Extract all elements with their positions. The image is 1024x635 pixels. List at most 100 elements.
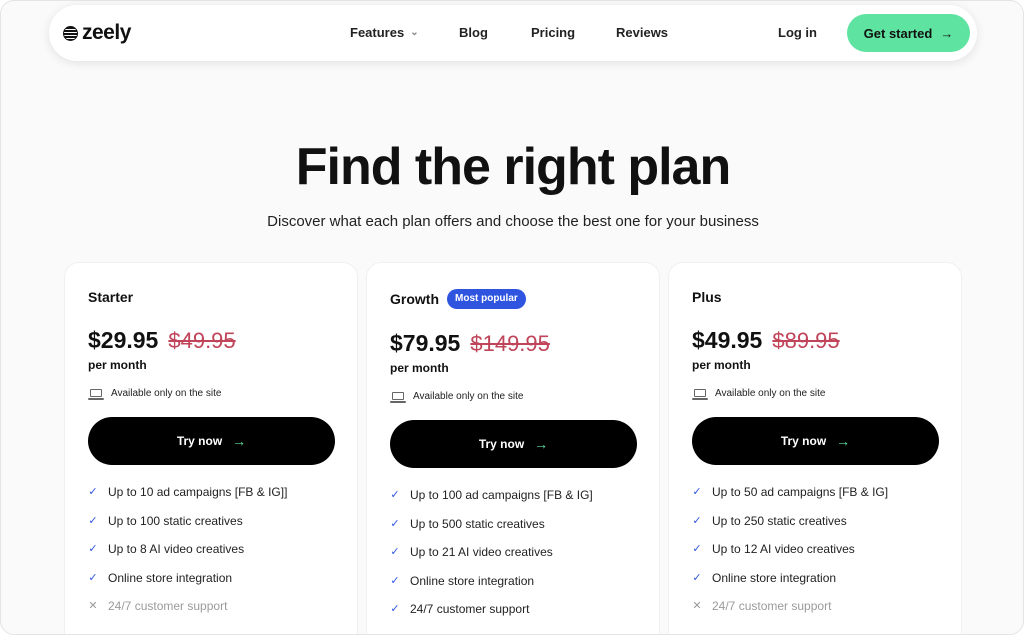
availability-text: Available only on the site (715, 388, 826, 399)
feature-text: Up to 500 static creatives (410, 516, 545, 531)
check-icon: ✓ (390, 546, 400, 559)
logo[interactable]: zeely (63, 21, 131, 44)
page-frame: zeely Features ⌄ Blog Pricing Reviews Lo… (0, 0, 1024, 635)
check-icon: ✓ (692, 571, 702, 584)
price-row: $29.95 $49.95 (88, 327, 236, 354)
check-icon: ✓ (390, 489, 400, 502)
plan-old-price: $89.95 (772, 328, 840, 353)
check-icon: ✓ (88, 514, 98, 527)
list-item: ✓ Up to 8 AI video creatives (88, 535, 287, 564)
plan-header: Growth Most popular (390, 289, 526, 309)
price-row: $49.95 $89.95 (692, 327, 840, 354)
billing-period: per month (88, 358, 147, 372)
laptop-icon (692, 388, 708, 400)
availability-note: Available only on the site (390, 391, 523, 403)
feature-text: Up to 8 AI video creatives (108, 542, 245, 557)
plan-price: $49.95 (692, 327, 763, 353)
try-now-label: Try now (478, 437, 525, 451)
list-item: ✓ Up to 250 static creatives (692, 507, 888, 536)
feature-list: ✓ Up to 10 ad campaigns [FB & IG]] ✓ Up to… (88, 478, 287, 621)
try-now-button-starter[interactable]: Try now → (88, 417, 335, 465)
nav-link-features-label: Features (350, 25, 405, 40)
feature-text: 24/7 customer support (410, 602, 530, 617)
plan-price: $79.95 (390, 330, 461, 356)
page-subtitle: Discover what each plan offers and choos… (267, 213, 759, 230)
zeely-logo-icon (63, 25, 78, 41)
try-now-label: Try now (176, 434, 223, 448)
feature-text: Up to 100 static creatives (108, 513, 243, 528)
plan-old-price: $49.95 (168, 328, 236, 353)
plan-name: Growth (390, 291, 439, 307)
list-item: ✓ Up to 10 ad campaigns [FB & IG]] (88, 478, 287, 507)
top-navbar: zeely Features ⌄ Blog Pricing Reviews Lo… (49, 5, 977, 61)
plan-old-price: $149.95 (470, 331, 550, 356)
check-icon: ✓ (390, 517, 400, 530)
feature-text: Up to 12 AI video creatives (712, 542, 855, 557)
most-popular-badge: Most popular (447, 289, 526, 309)
list-item: ✓ Online store integration (390, 567, 593, 596)
feature-text: Up to 100 ad campaigns [FB & IG] (410, 488, 593, 503)
plan-header: Starter (88, 289, 133, 305)
laptop-icon (390, 391, 406, 403)
try-now-button-growth[interactable]: Try now → (390, 420, 637, 468)
feature-text: 24/7 customer support (712, 599, 832, 614)
nav-link-pricing[interactable]: Pricing (531, 25, 575, 41)
feature-text: Online store integration (410, 573, 535, 588)
list-item: ✕ 24/7 customer support (692, 592, 888, 621)
plan-card-growth: Growth Most popular $79.95 $149.95 per m… (367, 263, 659, 634)
feature-text: Online store integration (108, 570, 233, 585)
feature-text: 24/7 customer support (108, 599, 228, 614)
nav-link-reviews[interactable]: Reviews (616, 25, 668, 41)
chevron-down-icon: ⌄ (410, 27, 419, 38)
plan-header: Plus (692, 289, 722, 305)
feature-list: ✓ Up to 50 ad campaigns [FB & IG] ✓ Up to … (692, 478, 888, 621)
check-icon: ✓ (692, 486, 702, 499)
get-started-label: Get started (863, 25, 933, 41)
get-started-button[interactable]: Get started → (847, 14, 970, 52)
availability-text: Available only on the site (111, 388, 222, 399)
arrow-right-icon: → (232, 433, 247, 449)
list-item: ✓ Up to 21 AI video creatives (390, 538, 593, 567)
list-item: ✓ 24/7 customer support (390, 595, 593, 624)
billing-period: per month (390, 361, 449, 375)
nav-link-features[interactable]: Features ⌄ (350, 25, 419, 41)
availability-text: Available only on the site (413, 391, 524, 402)
feature-text: Up to 21 AI video creatives (410, 545, 553, 560)
list-item: ✕ 24/7 customer support (88, 592, 287, 621)
feature-text: Up to 250 static creatives (712, 513, 847, 528)
arrow-right-icon: → (534, 436, 549, 452)
billing-period: per month (692, 358, 751, 372)
feature-list: ✓ Up to 100 ad campaigns [FB & IG] ✓ Up to… (390, 481, 593, 624)
plan-card-plus: Plus $49.95 $89.95 per month Available o… (669, 263, 961, 634)
feature-text: Up to 50 ad campaigns [FB & IG] (712, 485, 889, 500)
arrow-right-icon: → (940, 25, 954, 41)
logo-text: zeely (82, 21, 131, 44)
plan-price: $29.95 (88, 327, 159, 353)
nav-link-blog[interactable]: Blog (459, 25, 488, 41)
check-icon: ✓ (390, 574, 400, 587)
feature-text: Up to 10 ad campaigns [FB & IG]] (108, 485, 288, 500)
check-icon: ✓ (692, 514, 702, 527)
plan-name: Starter (88, 289, 134, 305)
price-row: $79.95 $149.95 (390, 330, 550, 357)
arrow-right-icon: → (836, 433, 851, 449)
feature-text: Online store integration (712, 570, 837, 585)
availability-note: Available only on the site (88, 388, 221, 400)
check-icon: ✓ (88, 543, 98, 556)
x-icon: ✕ (692, 600, 702, 613)
list-item: ✓ Online store integration (692, 564, 888, 593)
list-item: ✓ Up to 500 static creatives (390, 510, 593, 539)
x-icon: ✕ (88, 600, 98, 613)
availability-note: Available only on the site (692, 388, 825, 400)
check-icon: ✓ (88, 486, 98, 499)
list-item: ✓ Online store integration (88, 564, 287, 593)
plan-card-starter: Starter $29.95 $49.95 per month Availabl… (65, 263, 357, 634)
try-now-button-plus[interactable]: Try now → (692, 417, 939, 465)
plan-name: Plus (692, 289, 722, 305)
login-link[interactable]: Log in (778, 25, 817, 41)
check-icon: ✓ (88, 571, 98, 584)
list-item: ✓ Up to 100 static creatives (88, 507, 287, 536)
page-title: Find the right plan (295, 138, 732, 196)
check-icon: ✓ (390, 603, 400, 616)
try-now-label: Try now (780, 434, 827, 448)
